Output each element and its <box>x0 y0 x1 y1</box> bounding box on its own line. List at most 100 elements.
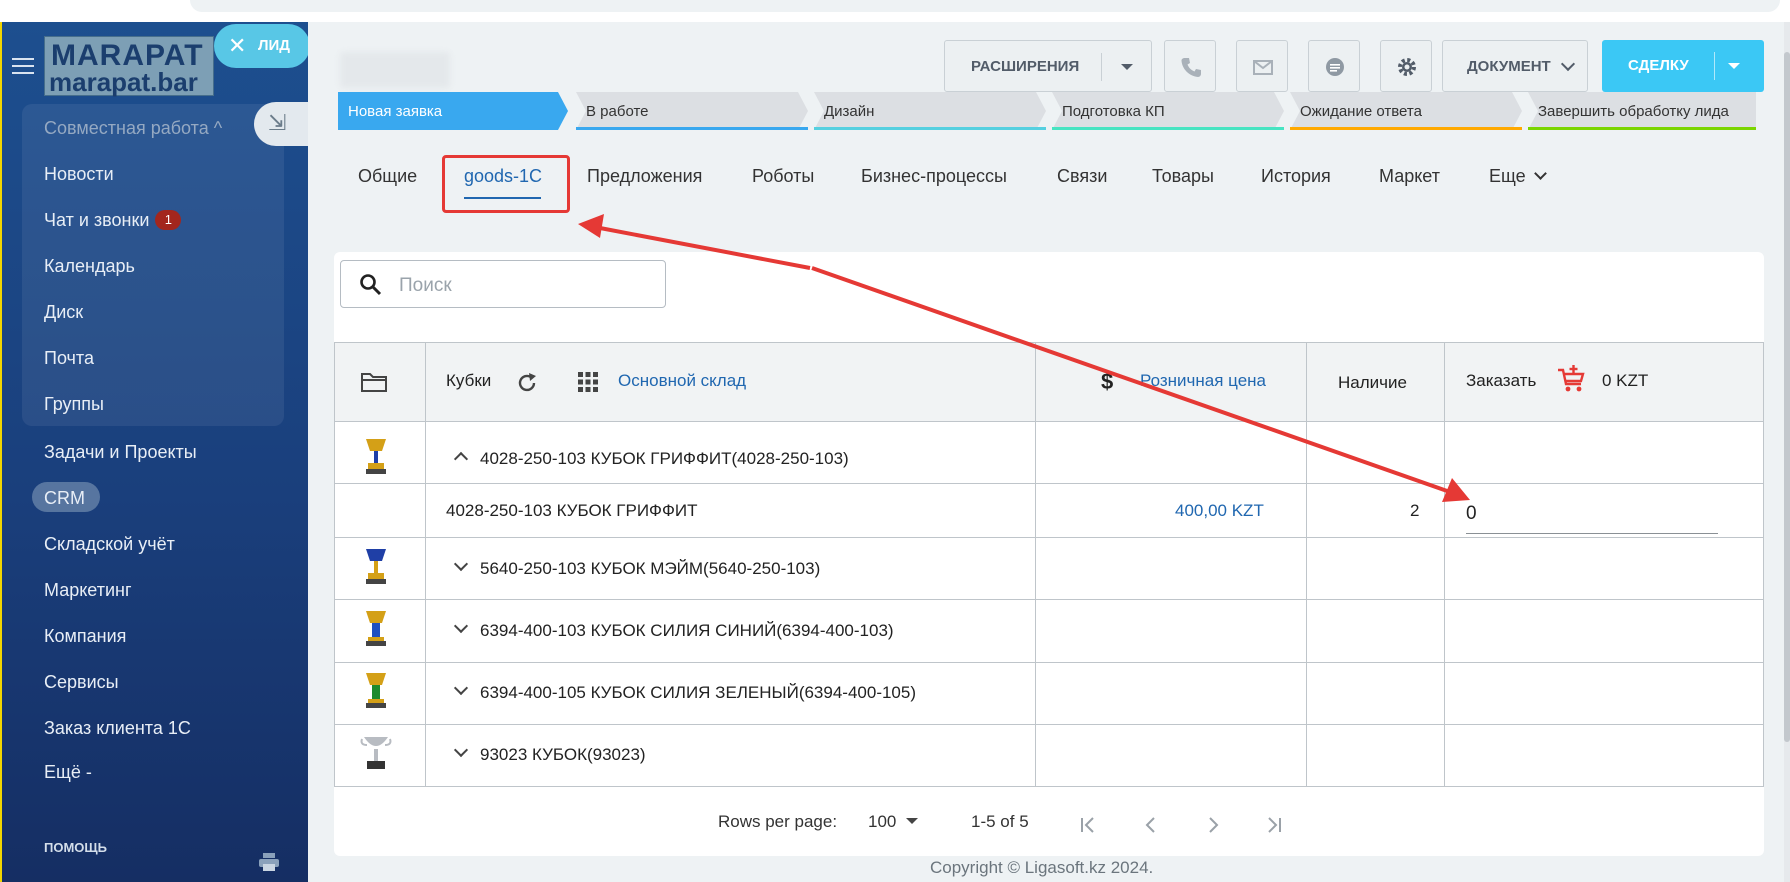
chevron-down-icon[interactable] <box>453 742 469 758</box>
address-bar <box>190 0 1780 12</box>
sidebar-item-company[interactable]: Компания <box>44 626 126 647</box>
menu-icon[interactable] <box>12 58 34 74</box>
table-row[interactable]: 4028-250-103 КУБОК ГРИФФИТ(4028-250-103) <box>453 449 849 469</box>
stage-proposal-prep[interactable]: Подготовка КП <box>1052 92 1284 130</box>
help-link[interactable]: ПОМОЩЬ <box>44 840 107 855</box>
document-button[interactable]: ДОКУМЕНТ <box>1442 40 1588 92</box>
settings-button[interactable] <box>1380 40 1432 92</box>
sidebar-item-services[interactable]: Сервисы <box>44 672 119 693</box>
create-deal-button[interactable]: СДЕЛКУ <box>1602 40 1764 92</box>
page-range: 1-5 of 5 <box>971 812 1029 831</box>
tab-offers[interactable]: Предложения <box>587 166 702 187</box>
sidebar-item-more[interactable]: Ещё - <box>44 762 92 783</box>
logo-line2: marapat.bar <box>49 67 198 97</box>
sidebar-item-order-1c[interactable]: Заказ клиента 1С <box>44 718 191 739</box>
rows-per-page-label: Rows per page: <box>718 812 838 831</box>
tab-general[interactable]: Общие <box>358 166 417 187</box>
product-name: 4028-250-103 КУБОК ГРИФФИТ <box>446 501 698 520</box>
price-header[interactable]: Розничная цена <box>1140 371 1266 391</box>
table-row[interactable]: 5640-250-103 КУБОК МЭЙМ(5640-250-103) <box>453 556 820 579</box>
refresh-icon[interactable] <box>515 371 539 395</box>
first-page-icon[interactable] <box>1079 815 1099 835</box>
order-total: 0 KZT <box>1602 371 1649 390</box>
stage-design[interactable]: Дизайн <box>814 92 1046 130</box>
dollar-icon: $ <box>1101 369 1114 394</box>
annotation-highlight-box <box>442 155 570 213</box>
table-row[interactable]: 6394-400-105 КУБОК СИЛИЯ ЗЕЛЕНЫЙ(6394-40… <box>453 680 917 703</box>
tab-more[interactable]: Еще <box>1489 166 1547 187</box>
sidebar-item-calendar[interactable]: Календарь <box>44 256 135 277</box>
chevron-down-icon <box>1560 56 1576 72</box>
sidebar-item-disk[interactable]: Диск <box>44 302 83 323</box>
rows-per-page-select[interactable]: 100 <box>868 812 919 832</box>
chevron-down-icon[interactable] <box>1121 64 1133 70</box>
table-row[interactable]: 6394-400-103 КУБОК СИЛИЯ СИНИЙ(6394-400-… <box>453 618 894 641</box>
extensions-button[interactable]: РАСШИРЕНИЯ <box>944 40 1152 92</box>
last-page-icon[interactable] <box>1263 815 1283 835</box>
sidebar-item-news[interactable]: Новости <box>44 164 114 185</box>
chevron-down-icon[interactable] <box>453 680 469 696</box>
tab-links[interactable]: Связи <box>1057 166 1107 187</box>
tab-products[interactable]: Товары <box>1152 166 1214 187</box>
rows-per-page-value: 100 <box>868 812 897 831</box>
chevron-down-icon[interactable] <box>453 618 469 634</box>
warehouse-link[interactable]: Основной склад <box>618 371 746 391</box>
sidebar-item-tasks[interactable]: Задачи и Проекты <box>44 442 197 463</box>
collapse-panel-button[interactable]: ⇲ <box>254 102 314 146</box>
sidebar-item-groups[interactable]: Группы <box>44 394 104 415</box>
stage-label: В работе <box>586 103 649 120</box>
stage-new-request[interactable]: Новая заявка <box>338 92 568 130</box>
stage-label: Ожидание ответа <box>1300 103 1422 120</box>
stage-in-work[interactable]: В работе <box>576 92 808 130</box>
email-button[interactable] <box>1236 40 1288 92</box>
chevron-up-icon[interactable] <box>453 451 469 467</box>
stock-header: Наличие <box>1338 373 1407 392</box>
order-header: Заказать <box>1466 371 1537 390</box>
table-row[interactable]: 93023 КУБОК(93023) <box>453 742 646 765</box>
cart-add-icon[interactable] <box>1556 365 1586 395</box>
call-button[interactable] <box>1164 40 1216 92</box>
order-quantity-input[interactable]: 0 <box>1466 493 1718 534</box>
tab-robots[interactable]: Роботы <box>752 166 814 187</box>
sidebar-item-chat[interactable]: Чат и звонки 1 <box>44 210 182 231</box>
stage-label: Подготовка КП <box>1062 103 1165 120</box>
stage-label: Новая заявка <box>348 103 443 120</box>
cup-thumbnail <box>366 549 386 584</box>
sidebar-item-marketing[interactable]: Маркетинг <box>44 580 132 601</box>
goods-panel: Поиск Кубки Основной склад $ Розничная ц… <box>334 252 1764 856</box>
grid-icon[interactable] <box>577 371 599 393</box>
page-scrollbar[interactable] <box>1784 22 1790 882</box>
sidebar-item-warehouse[interactable]: Складской учёт <box>44 534 175 555</box>
row-title: 6394-400-103 КУБОК СИЛИЯ СИНИЙ(6394-400-… <box>480 621 894 640</box>
envelope-icon <box>1253 60 1273 75</box>
row-title: 93023 КУБОК(93023) <box>480 745 646 764</box>
collapse-arrow-icon: ⇲ <box>268 110 287 135</box>
copyright: Copyright © Ligasoft.kz 2024. <box>930 858 1154 877</box>
sidebar: MARAPAT marapat.bar Совместная работа ^ … <box>2 22 308 882</box>
search-input[interactable]: Поиск <box>340 260 666 308</box>
tab-history[interactable]: История <box>1261 166 1331 187</box>
logo[interactable]: MARAPAT marapat.bar <box>44 36 214 97</box>
stage-label: Завершить обработку лида <box>1538 103 1729 120</box>
chevron-down-icon[interactable] <box>453 556 469 572</box>
chat-button[interactable] <box>1308 40 1360 92</box>
gear-icon <box>1398 58 1416 76</box>
folder-icon[interactable] <box>360 371 388 393</box>
prev-page-icon[interactable] <box>1141 815 1161 835</box>
next-page-icon[interactable] <box>1203 815 1223 835</box>
lead-close-button[interactable]: ✕ ЛИД <box>214 24 310 68</box>
stage-finish-lead[interactable]: Завершить обработку лида <box>1528 92 1756 130</box>
stage-waiting-response[interactable]: Ожидание ответа <box>1290 92 1522 130</box>
sidebar-item-crm[interactable]: CRM <box>44 488 85 509</box>
product-price: 400,00 KZT <box>1175 501 1264 520</box>
cup-thumbnail <box>366 611 386 646</box>
page-title-blurred <box>340 52 450 88</box>
sidebar-group-header[interactable]: Совместная работа ^ <box>44 118 222 139</box>
tab-business-processes[interactable]: Бизнес-процессы <box>861 166 1007 187</box>
tab-market[interactable]: Маркет <box>1379 166 1440 187</box>
row-title: 6394-400-105 КУБОК СИЛИЯ ЗЕЛЕНЫЙ(6394-40… <box>480 683 917 702</box>
chevron-down-icon[interactable] <box>1728 63 1740 69</box>
sidebar-item-mail[interactable]: Почта <box>44 348 94 369</box>
printer-icon[interactable] <box>258 852 280 872</box>
cup-thumbnail <box>366 439 386 474</box>
